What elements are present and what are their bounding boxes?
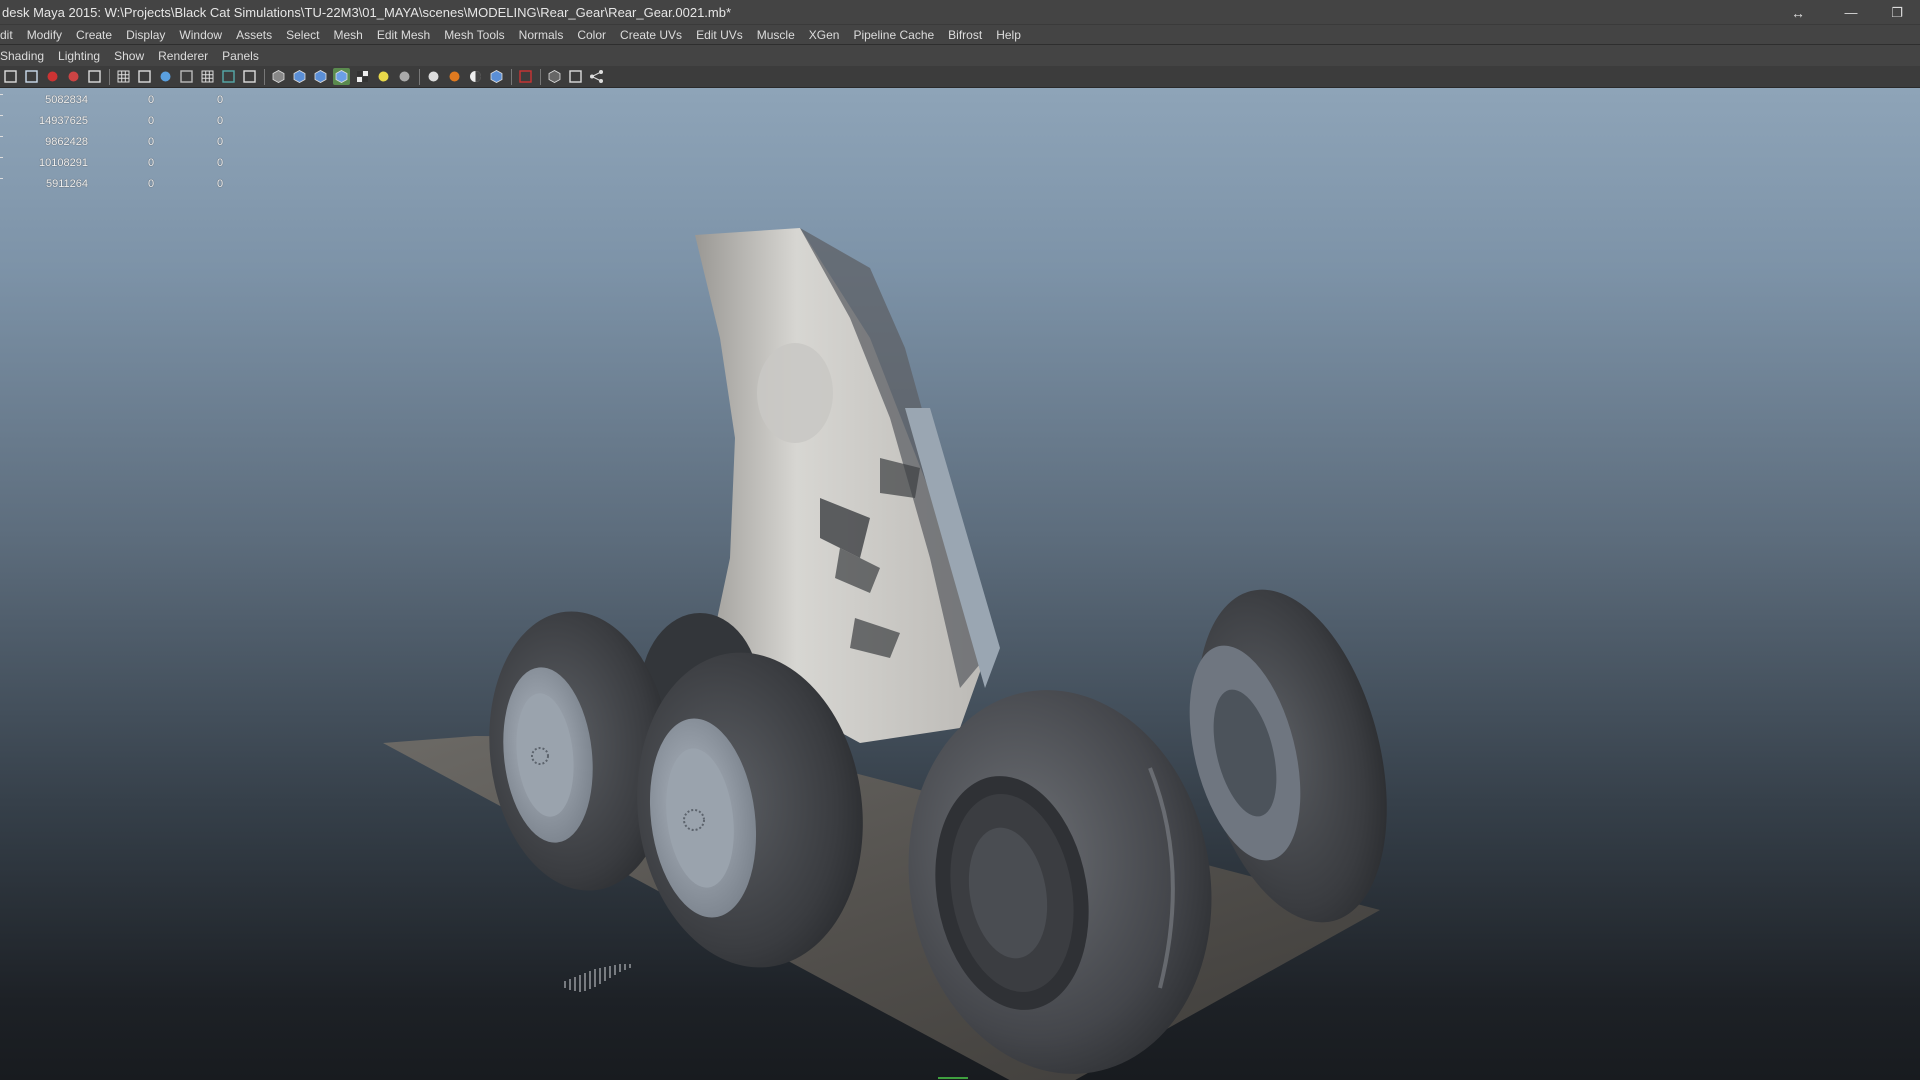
hud-value: 0 — [217, 178, 224, 190]
xray-joints-icon[interactable] — [567, 68, 584, 85]
hud-tick — [0, 178, 3, 179]
hud-value: 0 — [217, 157, 224, 169]
hud-row: 5911264 0 0 — [0, 178, 240, 192]
title-bar: desk Maya 2015: W:\Projects\Black Cat Si… — [0, 0, 1920, 25]
panel-menu-lighting[interactable]: Lighting — [51, 46, 107, 66]
film-gate-icon[interactable] — [136, 68, 153, 85]
hud-tick — [0, 136, 3, 137]
bookmarks-icon[interactable] — [23, 68, 40, 85]
hud-tick — [0, 115, 3, 116]
minimize-button[interactable]: — — [1828, 0, 1874, 25]
menu-pipeline-cache[interactable]: Pipeline Cache — [846, 25, 941, 45]
safe-action-icon[interactable] — [220, 68, 237, 85]
grease-pencil-icon[interactable] — [86, 68, 103, 85]
menu-dit[interactable]: dit — [0, 25, 20, 45]
hud-value: 5082834 — [45, 94, 88, 106]
hud-value: 0 — [217, 136, 224, 148]
hud-tick — [0, 94, 3, 95]
hud-row: 14937625 0 0 — [0, 115, 240, 129]
xray-icon[interactable] — [546, 68, 563, 85]
menu-display[interactable]: Display — [119, 25, 172, 45]
hud-value: 9862428 — [45, 136, 88, 148]
window-title: desk Maya 2015: W:\Projects\Black Cat Si… — [2, 4, 732, 20]
hud-value: 0 — [217, 115, 224, 127]
panel-toolbar — [0, 66, 1920, 88]
hud-value: 14937625 — [39, 115, 88, 127]
menu-color[interactable]: Color — [570, 25, 613, 45]
screen-space-ao-icon[interactable] — [425, 68, 442, 85]
menu-create-uvs[interactable]: Create UVs — [613, 25, 689, 45]
camera-attributes-icon[interactable] — [2, 68, 19, 85]
2d-pan-zoom-icon[interactable] — [65, 68, 82, 85]
panel-menu-bar: Shading Lighting Show Renderer Panels — [0, 46, 1920, 66]
panel-menu-panels[interactable]: Panels — [215, 46, 266, 66]
hud-value: 5911264 — [45, 178, 88, 190]
hud-value: 0 — [148, 115, 155, 127]
multisample-aa-icon[interactable] — [467, 68, 484, 85]
field-chart-icon[interactable] — [199, 68, 216, 85]
menu-mesh-tools[interactable]: Mesh Tools — [437, 25, 511, 45]
menu-edit-mesh[interactable]: Edit Mesh — [370, 25, 437, 45]
gate-mask-icon[interactable] — [178, 68, 195, 85]
panel-menu-shading[interactable]: Shading — [0, 46, 51, 66]
resize-arrows-icon[interactable]: ↔ — [1768, 0, 1828, 25]
menu-window[interactable]: Window — [172, 25, 229, 45]
xray-active-icon[interactable] — [588, 68, 605, 85]
toolbar-separator — [511, 68, 512, 85]
image-plane-icon[interactable] — [44, 68, 61, 85]
safe-title-icon[interactable] — [241, 68, 258, 85]
scan-marker — [564, 964, 631, 992]
wireframe-icon[interactable] — [270, 68, 287, 85]
toolbar-separator — [540, 68, 541, 85]
menu-select[interactable]: Select — [279, 25, 326, 45]
motion-blur-icon[interactable] — [446, 68, 463, 85]
main-menu-bar: dit Modify Create Display Window Assets Select… — [0, 25, 1920, 45]
hud-value: 0 — [148, 136, 155, 148]
wireframe-on-shaded-icon[interactable] — [312, 68, 329, 85]
viewport[interactable]: 5082834 0 0 14937625 0 0 9862428 0 0 10108291 0 0 59… — [0, 88, 1920, 1080]
hud-value: 0 — [148, 157, 155, 169]
menu-modify[interactable]: Modify — [20, 25, 69, 45]
menu-edit-uvs[interactable]: Edit UVs — [689, 25, 750, 45]
menu-create[interactable]: Create — [69, 25, 119, 45]
isolate-select-icon[interactable] — [517, 68, 534, 85]
menu-assets[interactable]: Assets — [229, 25, 279, 45]
menu-bifrost[interactable]: Bifrost — [941, 25, 989, 45]
menu-mesh[interactable]: Mesh — [326, 25, 369, 45]
toolbar-separator — [264, 68, 265, 85]
hud-value: 10108291 — [39, 157, 88, 169]
smooth-shade-icon[interactable] — [291, 68, 308, 85]
hud-value: 0 — [217, 94, 224, 106]
panel-menu-show[interactable]: Show — [107, 46, 151, 66]
grid-icon[interactable] — [115, 68, 132, 85]
hud-row: 5082834 0 0 — [0, 94, 240, 108]
depth-of-field-icon[interactable] — [488, 68, 505, 85]
menu-help[interactable]: Help — [989, 25, 1028, 45]
scene-render — [383, 228, 1387, 1080]
hud-tick — [0, 157, 3, 158]
toolbar-separator — [419, 68, 420, 85]
hud-value: 0 — [148, 94, 155, 106]
textured-icon[interactable] — [354, 68, 371, 85]
default-material-icon[interactable] — [333, 68, 350, 85]
menu-muscle[interactable]: Muscle — [750, 25, 802, 45]
menu-xgen[interactable]: XGen — [802, 25, 847, 45]
viewport-indicator — [938, 1077, 968, 1079]
hud-row: 9862428 0 0 — [0, 136, 240, 150]
hud-value: 0 — [148, 178, 155, 190]
window-controls: ↔ — ❐ — [1768, 0, 1920, 25]
resolution-gate-icon[interactable] — [157, 68, 174, 85]
hud-row: 10108291 0 0 — [0, 157, 240, 171]
panel-menu-renderer[interactable]: Renderer — [151, 46, 215, 66]
restore-button[interactable]: ❐ — [1874, 0, 1920, 25]
use-all-lights-icon[interactable] — [375, 68, 392, 85]
toolbar-separator — [109, 68, 110, 85]
shadows-icon[interactable] — [396, 68, 413, 85]
menu-normals[interactable]: Normals — [512, 25, 571, 45]
